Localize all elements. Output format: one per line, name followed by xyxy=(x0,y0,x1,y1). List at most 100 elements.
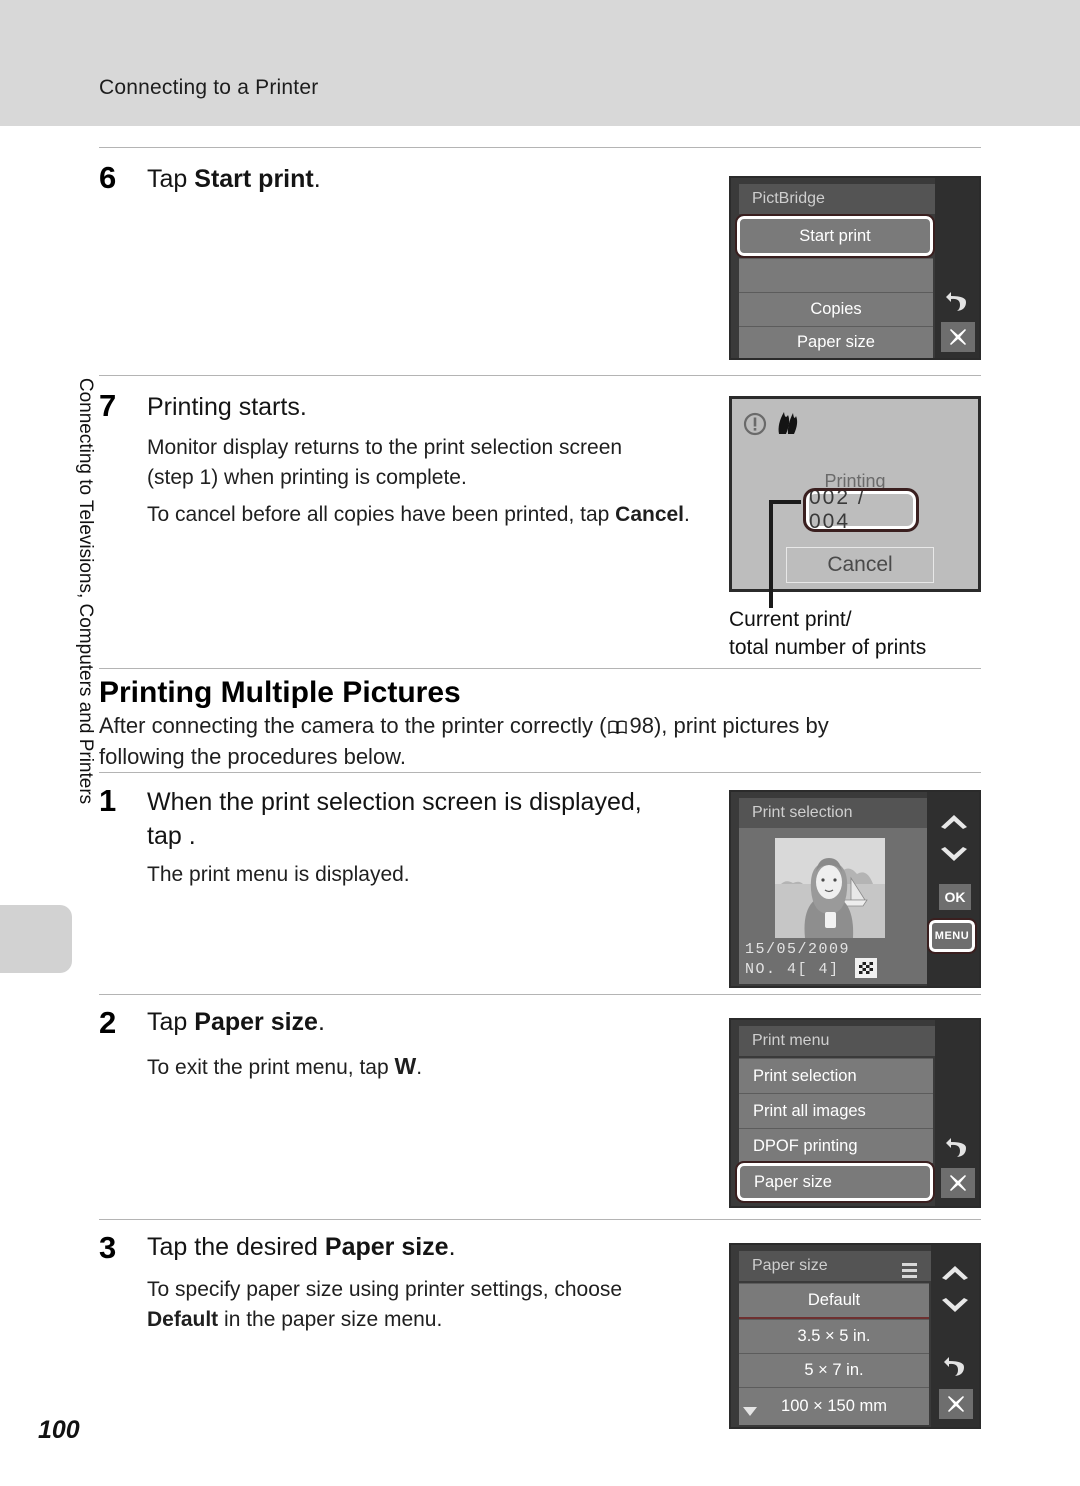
print-menu-titlebar: Print menu xyxy=(739,1026,935,1056)
screen-print-menu: Print menu Print selection Print all ima… xyxy=(729,1018,981,1208)
print-menu-item-paper-size[interactable]: Paper size xyxy=(735,1161,935,1203)
step-3-title: Tap the desired Paper size. xyxy=(147,1233,456,1262)
chevron-up-icon[interactable] xyxy=(935,1259,975,1285)
page-header-band xyxy=(0,0,1080,126)
paper-size-title: Paper size xyxy=(752,1257,828,1274)
callout-line2: total number of prints xyxy=(729,636,927,660)
callout-leader-vertical xyxy=(769,500,773,608)
print-menu-item-label: Print selection xyxy=(753,1066,857,1085)
ok-icon[interactable]: OK xyxy=(939,884,971,910)
step-7-body-2: To cancel before all copies have been pr… xyxy=(147,500,747,530)
step-6-title: Tap Start print. xyxy=(147,165,321,194)
step-7-body-1: Monitor display returns to the print sel… xyxy=(147,433,707,493)
step-7-body-line3-prefix: To cancel before all copies have been pr… xyxy=(147,503,616,526)
print-menu-item-label: Print all images xyxy=(753,1101,866,1120)
pictbridge-item-paper-size[interactable]: Paper size xyxy=(739,326,933,358)
step-1-body: The print menu is displayed. xyxy=(147,863,410,886)
section-body-part2: ), print pictures by xyxy=(653,713,829,738)
paper-size-item-label: 100 × 150 mm xyxy=(781,1397,887,1415)
chevron-down-icon[interactable] xyxy=(935,1293,975,1319)
warning-icon xyxy=(742,411,768,437)
cancel-button[interactable]: Cancel xyxy=(786,547,934,583)
menu-icon[interactable]: MENU xyxy=(927,918,977,954)
divider-step3 xyxy=(99,1219,981,1220)
print-selection-titlebar: Print selection xyxy=(739,798,927,828)
paper-size-item-100x150[interactable]: 100 × 150 mm xyxy=(739,1387,929,1425)
chevron-down-icon[interactable] xyxy=(935,842,973,868)
step-1-title: When the print selection screen is displ… xyxy=(147,786,642,854)
divider-section xyxy=(99,668,981,669)
step-6-title-bold: Start print xyxy=(194,165,314,193)
divider-step7 xyxy=(99,375,981,376)
step-2-title: Tap Paper size. xyxy=(147,1008,325,1037)
step-2-title-suffix: . xyxy=(317,1008,325,1036)
close-icon[interactable] xyxy=(941,322,975,352)
step-7-number: 7 xyxy=(99,388,117,423)
step-1-title-line1: When the print selection screen is displ… xyxy=(147,788,642,816)
print-selection-number: NO. 4[ 4] xyxy=(745,961,840,978)
list-view-icon[interactable] xyxy=(902,1263,917,1280)
divider-step2 xyxy=(99,994,981,995)
page-number: 100 xyxy=(38,1416,80,1444)
page-section-title: Connecting to a Printer xyxy=(99,76,319,99)
step-2-body-suffix: . xyxy=(416,1056,423,1079)
pictbridge-item-start-print[interactable]: Start print xyxy=(735,214,935,258)
back-icon[interactable] xyxy=(939,286,975,318)
section-heading: Printing Multiple Pictures xyxy=(99,676,461,709)
step-7-body-line1: Monitor display returns to the print sel… xyxy=(147,436,623,459)
step-3-title-prefix: Tap the desired xyxy=(147,1233,325,1261)
step-3-body-line2-rest: in the paper size menu. xyxy=(218,1307,443,1331)
thumbnail-grid-icon xyxy=(855,958,877,978)
step-2-title-bold: Paper size xyxy=(194,1008,318,1036)
pictbridge-titlebar: PictBridge xyxy=(739,184,935,214)
step-6-title-prefix: Tap xyxy=(147,165,195,193)
step-6-title-suffix: . xyxy=(313,165,321,193)
printing-counter: 002 / 004 xyxy=(803,486,919,533)
chapter-side-tab-marker xyxy=(0,905,72,973)
step-3-number: 3 xyxy=(99,1230,117,1265)
chevron-up-icon[interactable] xyxy=(935,808,973,834)
step-7-title: Printing starts. xyxy=(147,393,307,421)
step-6-number: 6 xyxy=(99,160,117,195)
callout-leader-horizontal xyxy=(769,500,801,504)
paper-size-item-default[interactable]: Default xyxy=(739,1283,929,1317)
close-icon[interactable] xyxy=(939,1389,973,1419)
screen-print-selection: Print selection 15/05/2009 NO. 4[4] OK … xyxy=(729,790,981,988)
close-icon[interactable] xyxy=(941,1168,975,1198)
print-menu-item-dpof-printing[interactable]: DPOF printing xyxy=(739,1128,933,1163)
paper-size-item-label: 3.5 × 5 in. xyxy=(797,1327,871,1345)
pictbridge-title: PictBridge xyxy=(752,190,825,207)
print-selection-date: 15/05/2009 xyxy=(745,941,851,958)
pictbridge-item-label: Paper size xyxy=(797,333,875,351)
divider-top xyxy=(99,147,981,148)
step-2-number: 2 xyxy=(99,1005,117,1040)
pictbridge-item-copies[interactable]: Copies xyxy=(739,292,933,326)
step-3-title-bold: Paper size xyxy=(324,1233,449,1261)
print-selection-title: Print selection xyxy=(752,804,853,821)
step-7-body-line2: (step 1) when printing is complete. xyxy=(147,465,467,489)
print-menu-item-label: Paper size xyxy=(754,1172,832,1191)
section-body-ref: 98 xyxy=(629,713,654,738)
section-body: After connecting the camera to the print… xyxy=(99,710,989,772)
step-1-number: 1 xyxy=(99,783,117,818)
step-3-body-line2-bold: Default xyxy=(147,1307,219,1331)
print-selection-photo-area: 15/05/2009 NO. 4[ 4] xyxy=(739,828,927,984)
step-3-body-line1: To specify paper size using printer sett… xyxy=(147,1278,623,1301)
paper-size-item-3-5x5[interactable]: 3.5 × 5 in. xyxy=(739,1319,929,1353)
step-3-body: To specify paper size using printer sett… xyxy=(147,1275,707,1335)
scroll-down-indicator-icon[interactable] xyxy=(743,1407,757,1416)
back-icon[interactable] xyxy=(937,1351,973,1383)
pictbridge-item-blank[interactable] xyxy=(739,258,933,292)
paper-size-item-label: Default xyxy=(807,1291,861,1309)
step-3-title-suffix: . xyxy=(448,1233,456,1261)
section-body-line2: following the procedures below. xyxy=(99,744,406,770)
callout-line1: Current print/ xyxy=(729,608,852,631)
print-menu-item-label: DPOF printing xyxy=(753,1136,858,1155)
paper-size-titlebar: Paper size xyxy=(739,1251,931,1281)
print-menu-item-print-all-images[interactable]: Print all images xyxy=(739,1093,933,1128)
print-menu-item-print-selection[interactable]: Print selection xyxy=(739,1058,933,1093)
step-1-title-line2: tap . xyxy=(147,821,196,850)
callout-text: Current print/ total number of prints xyxy=(729,606,926,662)
back-icon[interactable] xyxy=(939,1132,975,1164)
paper-size-item-5x7[interactable]: 5 × 7 in. xyxy=(739,1353,929,1387)
